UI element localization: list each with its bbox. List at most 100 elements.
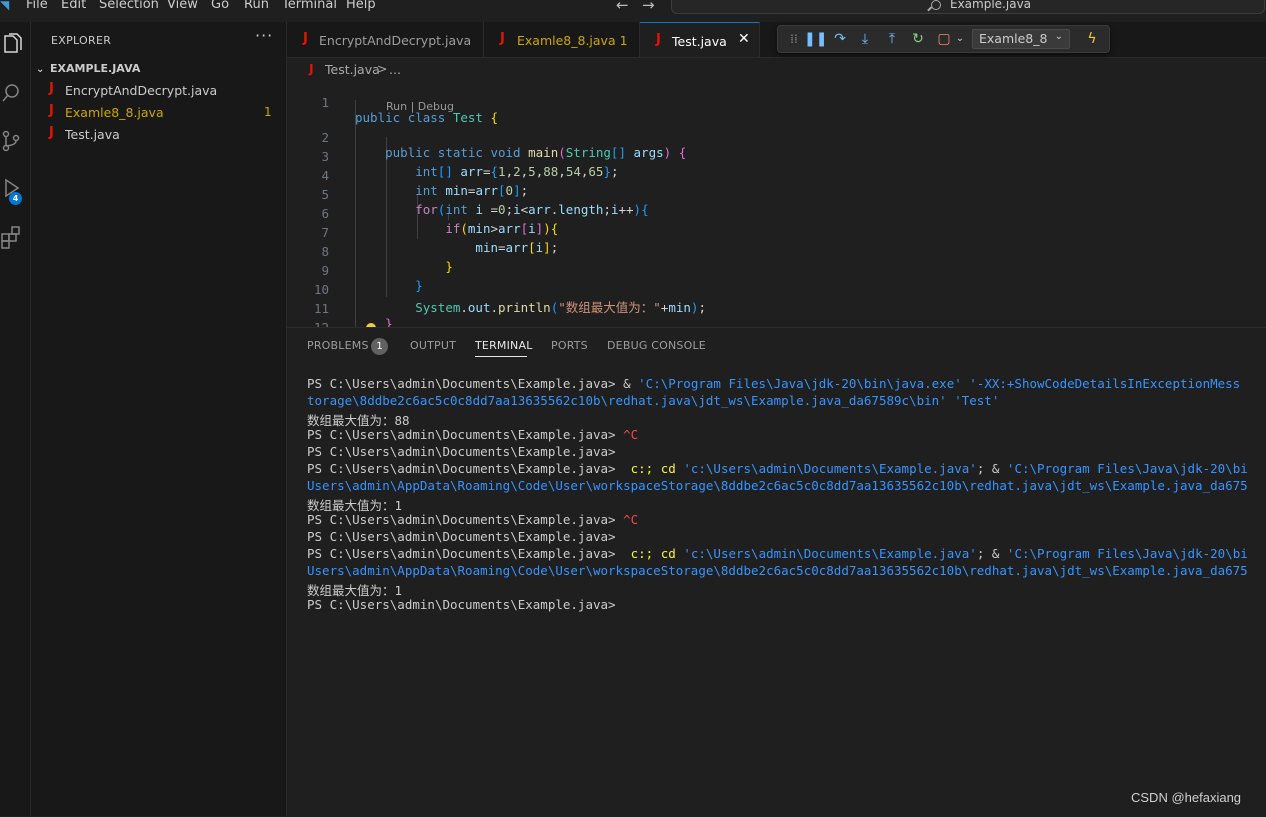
java-file-icon: J xyxy=(49,81,54,96)
terminal-line: PS C:\Users\admin\Documents\Example.java… xyxy=(307,427,639,442)
forward-arrow-icon[interactable]: → xyxy=(642,0,655,14)
breadcrumb: J Test.java > ... xyxy=(287,58,1266,80)
step-out-icon[interactable]: ⤒ xyxy=(882,29,902,49)
problem-count-badge: 1 xyxy=(264,105,272,119)
terminal-line: PS C:\Users\admin\Documents\Example.java… xyxy=(307,529,616,544)
window-title: Example.java xyxy=(950,0,1032,11)
chevron-down-icon: ⌄ xyxy=(1054,31,1063,42)
folder-name: EXAMPLE.JAVA xyxy=(50,62,141,75)
chevron-down-icon: ⌄ xyxy=(36,64,45,75)
tab-ports[interactable]: PORTS xyxy=(551,339,588,352)
tab-test[interactable]: J Test.java ✕ xyxy=(640,22,760,57)
search-icon[interactable] xyxy=(0,80,24,106)
tab-problems[interactable]: PROBLEMS xyxy=(307,339,369,352)
file-item-encrypt[interactable]: J EncryptAndDecrypt.java xyxy=(31,80,285,102)
breadcrumb-more[interactable]: ... xyxy=(389,62,401,77)
sidebar-title: EXPLORER xyxy=(51,34,112,47)
restart-icon[interactable]: ↻ xyxy=(908,29,928,49)
explorer-sidebar: EXPLORER ··· ⌄ EXAMPLE.JAVA J EncryptAndD… xyxy=(31,22,287,816)
menu-go[interactable]: Go xyxy=(211,0,229,12)
tab-output[interactable]: OUTPUT xyxy=(410,339,456,352)
code-editor[interactable]: 1 public class Test { Run | Debug 2 publ… xyxy=(287,80,1266,327)
java-file-icon: J xyxy=(309,61,314,76)
tab-encrypt[interactable]: J EncryptAndDecrypt.java xyxy=(287,22,484,57)
file-name: Examle8_8.java xyxy=(65,105,164,120)
code-line: 10 System.out.println("数组最大值为："+min); xyxy=(287,267,1266,315)
explorer-icon[interactable] xyxy=(0,32,24,58)
menu-file[interactable]: File xyxy=(26,0,48,12)
java-file-icon: J xyxy=(500,31,505,46)
file-name: EncryptAndDecrypt.java xyxy=(65,83,218,98)
menu-bar: ◥ File Edit Selection View Go Run Termin… xyxy=(0,0,1266,14)
menu-terminal[interactable]: Terminal xyxy=(282,0,337,12)
terminal-line: PS C:\Users\admin\Documents\Example.java… xyxy=(307,444,616,459)
code-line: 7 min=arr[i]; xyxy=(287,210,1266,255)
close-icon[interactable]: ✕ xyxy=(738,31,750,47)
terminal-line: PS C:\Users\admin\Documents\Example.java… xyxy=(307,512,639,527)
code-line: 5 for(int i =0;i<arr.length;i++){ xyxy=(287,172,1266,217)
line-number: 12 xyxy=(287,320,329,327)
terminal-line: 数组最大值为：1 xyxy=(307,583,403,598)
tab-terminal[interactable]: TERMINAL xyxy=(475,339,533,352)
file-item-examle8[interactable]: J Examle8_8.java 1 xyxy=(31,102,285,124)
file-item-test[interactable]: J Test.java xyxy=(31,124,285,146)
extensions-icon[interactable] xyxy=(0,224,24,250)
debug-config-select[interactable]: Examle8_8 ⌄ xyxy=(972,29,1070,49)
menu-edit[interactable]: Edit xyxy=(61,0,86,12)
line-number: 1 xyxy=(321,95,329,110)
debug-toolbar: ⁞⁞ ❚❚ ↷ ⤓ ⤒ ↻ ▢ ⌄ Examle8_8 ⌄ ϟ xyxy=(777,25,1110,53)
menu-help[interactable]: Help xyxy=(346,0,376,12)
problems-count-badge: 1 xyxy=(371,338,388,355)
active-tab-indicator xyxy=(475,356,527,357)
terminal-line: PS C:\Users\admin\Documents\Example.java… xyxy=(307,376,1241,391)
code-line: 1 public class Test { xyxy=(287,80,1266,125)
terminal-line: PS C:\Users\admin\Documents\Example.java… xyxy=(307,597,616,612)
chevron-down-icon[interactable]: ⌄ xyxy=(950,29,970,49)
code-line: 4 int min=arr[0]; xyxy=(287,153,1266,198)
terminal-line: PS C:\Users\admin\Documents\Example.java… xyxy=(307,461,1248,476)
code-line: 6 if(min>arr[i]){ xyxy=(287,191,1266,236)
folder-header[interactable]: ⌄ EXAMPLE.JAVA xyxy=(36,62,140,75)
lightning-icon[interactable]: ϟ xyxy=(1082,29,1102,49)
vscode-logo-icon: ◥ xyxy=(0,0,10,12)
menu-run[interactable]: Run xyxy=(244,0,269,12)
java-file-icon: J xyxy=(656,32,661,47)
tab-label: Test.java xyxy=(672,34,727,49)
step-over-icon[interactable]: ↷ xyxy=(830,29,850,49)
tab-debug-console[interactable]: DEBUG CONSOLE xyxy=(607,339,706,352)
activity-bar: 4 xyxy=(0,22,31,816)
command-center-search[interactable]: Example.java xyxy=(671,0,1265,14)
run-debug-badge: 4 xyxy=(9,192,22,205)
watermark: CSDN @hefaxiang xyxy=(1131,790,1242,805)
menu-view[interactable]: View xyxy=(167,0,198,12)
source-control-icon[interactable] xyxy=(0,128,24,154)
back-arrow-icon[interactable]: ← xyxy=(616,0,629,14)
terminal-line: Users\admin\AppData\Roaming\Code\User\wo… xyxy=(307,478,1248,493)
code-line: 2 public static void main(String[] args)… xyxy=(287,115,1266,160)
debug-config-value: Examle8_8 xyxy=(979,31,1048,46)
code-line: 3 int[] arr={1,2,5,88,54,65}; xyxy=(287,134,1266,179)
pause-icon[interactable]: ❚❚ xyxy=(804,29,827,49)
terminal-line: PS C:\Users\admin\Documents\Example.java… xyxy=(307,546,1248,561)
tab-label: Examle8_8.java 1 xyxy=(517,33,628,48)
terminal-line: 数组最大值为：88 xyxy=(307,413,410,428)
codelens-run-debug[interactable]: Run | Debug xyxy=(386,100,454,113)
java-file-icon: J xyxy=(303,31,308,46)
breadcrumb-file[interactable]: Test.java xyxy=(325,62,380,77)
code-line: 9 } xyxy=(287,248,1266,293)
terminal-line: torage\8ddbe2c6ac5c0c8dd7aa13635562c10b\… xyxy=(307,393,1000,408)
step-into-icon[interactable]: ⤓ xyxy=(855,29,875,49)
terminal-line: 数组最大值为：1 xyxy=(307,498,403,513)
code-line: 11 } xyxy=(287,286,1266,327)
file-name: Test.java xyxy=(65,127,120,142)
terminal-line: Users\admin\AppData\Roaming\Code\User\wo… xyxy=(307,563,1248,578)
breadcrumb-separator: > xyxy=(377,61,388,76)
bottom-panel: PROBLEMS 1 OUTPUT TERMINAL PORTS DEBUG C… xyxy=(287,327,1266,817)
menu-selection[interactable]: Selection xyxy=(99,0,159,12)
tab-examle8[interactable]: J Examle8_8.java 1 xyxy=(484,22,640,57)
tab-label: EncryptAndDecrypt.java xyxy=(319,33,472,48)
more-actions-icon[interactable]: ··· xyxy=(255,26,273,45)
code-line: 8 } xyxy=(287,229,1266,274)
drag-handle-icon[interactable]: ⁞⁞ xyxy=(784,29,804,49)
code-line: 12 xyxy=(287,305,1266,327)
